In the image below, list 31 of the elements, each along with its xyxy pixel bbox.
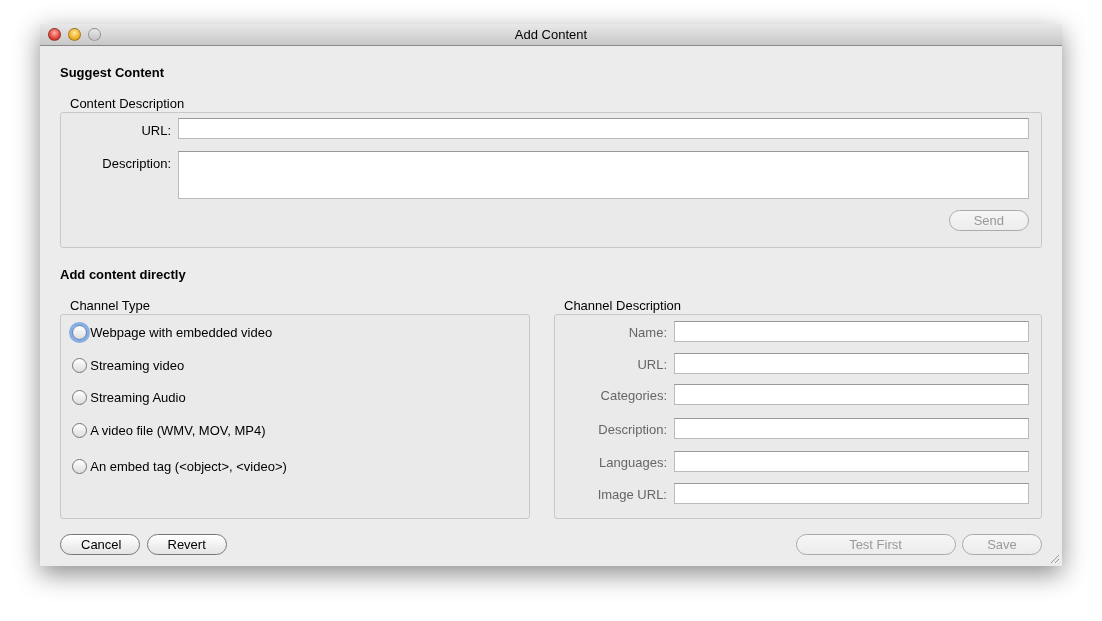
dialog-button[interactable]: Cancel — [60, 534, 140, 555]
field-label: URL: — [636, 355, 667, 374]
field-label: Name: — [627, 324, 667, 342]
field-label: Description: — [101, 155, 171, 173]
section-heading: Suggest Content — [60, 64, 165, 82]
section-heading: Add content directly — [60, 265, 187, 284]
text-area[interactable] — [177, 151, 1029, 199]
radio-option[interactable]: Webpage with embedded video — [72, 323, 273, 343]
radio-option[interactable]: An embed tag (<object>, <video>) — [72, 457, 287, 477]
radio-button[interactable] — [72, 459, 87, 475]
radio-button[interactable] — [72, 390, 87, 406]
dialog-button[interactable]: Revert — [146, 534, 227, 555]
radio-button[interactable] — [72, 422, 87, 438]
field-label: Image URL: — [596, 485, 667, 504]
field-label: Languages: — [598, 454, 667, 472]
close-button[interactable] — [48, 28, 61, 41]
input-field[interactable] — [177, 117, 1029, 139]
field-label: Categories: — [599, 387, 667, 405]
group-title: Content Description — [70, 95, 186, 112]
radio-option[interactable]: A video file (WMV, MOV, MP4) — [72, 420, 266, 440]
resize-grip-icon[interactable] — [1048, 552, 1060, 564]
window-title: Add Content — [514, 26, 588, 42]
radio-button[interactable] — [72, 325, 87, 341]
group-title: Channel Type — [70, 298, 151, 314]
field-label: URL: — [140, 121, 171, 140]
group-title: Channel Description — [564, 298, 683, 314]
radio-option[interactable]: Streaming Audio — [72, 388, 186, 408]
radio-button[interactable] — [72, 357, 87, 373]
radio-option[interactable]: Streaming video — [72, 355, 185, 375]
field-label: Description: — [597, 420, 667, 439]
minimize-button[interactable] — [68, 28, 81, 41]
